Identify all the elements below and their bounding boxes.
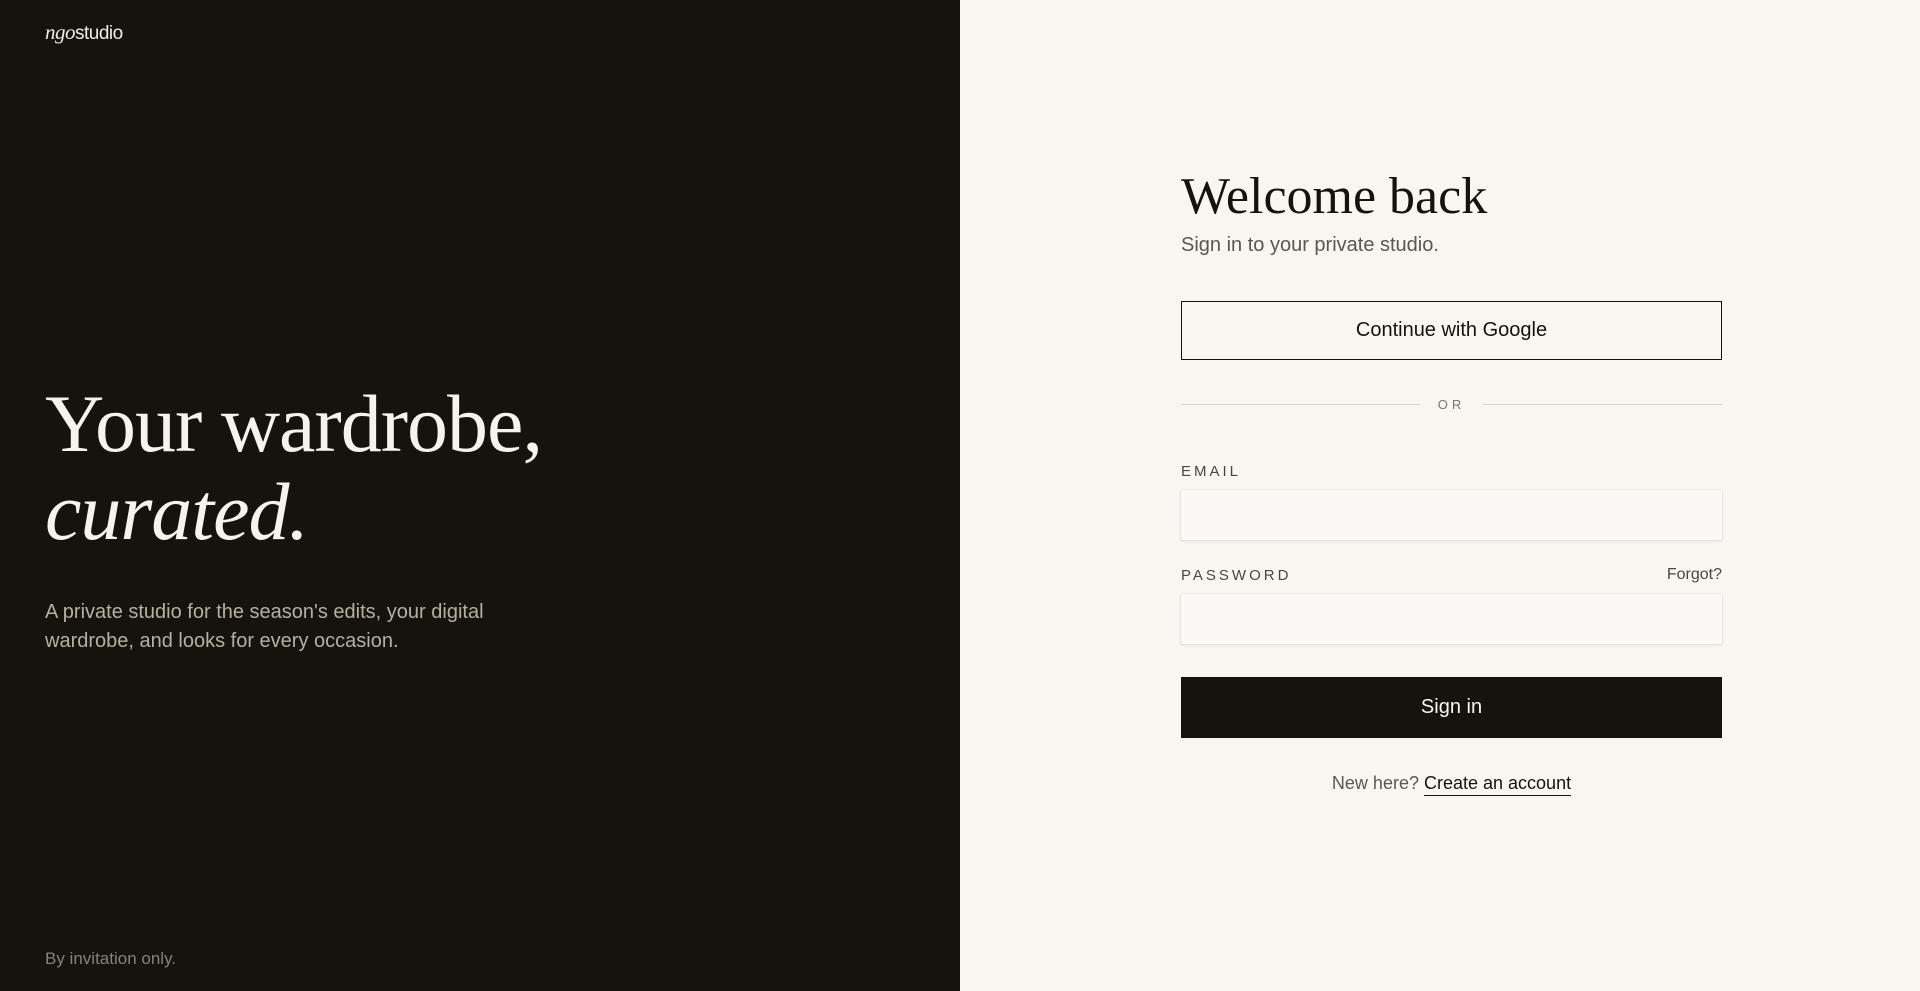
google-signin-button[interactable]: Continue with Google <box>1181 301 1722 360</box>
password-label-row: PASSWORD Forgot? <box>1181 566 1722 584</box>
email-field[interactable] <box>1181 490 1722 540</box>
password-field[interactable] <box>1181 594 1722 644</box>
forgot-password-link[interactable]: Forgot? <box>1667 566 1722 584</box>
password-label: PASSWORD <box>1181 566 1292 584</box>
hero: Your wardrobe, curated. A private studio… <box>45 380 605 656</box>
email-label: EMAIL <box>1181 463 1242 480</box>
page-subtitle: Sign in to your private studio. <box>1181 234 1439 256</box>
signin-button[interactable]: Sign in <box>1181 677 1722 738</box>
signin-form: Welcome back Sign in to your private stu… <box>1181 165 1722 796</box>
divider-label: OR <box>1437 397 1466 412</box>
hero-headline: Your wardrobe, <box>45 378 543 469</box>
email-label-row: EMAIL <box>1181 463 1722 480</box>
divider-line-right <box>1483 404 1722 405</box>
logo-wordmark: studio <box>75 23 123 44</box>
signup-prompt: New here? <box>1331 773 1419 793</box>
brand-panel: ngostudio Your wardrobe, curated. A priv… <box>0 0 960 991</box>
divider-line-left <box>1181 404 1420 405</box>
invitation-note: By invitation only. <box>45 949 177 968</box>
signin-panel: Welcome back Sign in to your private stu… <box>960 0 1920 991</box>
hero-headline-italic: curated. <box>45 466 309 557</box>
or-divider: OR <box>1181 397 1722 412</box>
page-title: Welcome back <box>1181 168 1488 225</box>
logo-mark: ngo <box>45 20 76 44</box>
logo[interactable]: ngostudio <box>45 20 123 45</box>
create-account-link[interactable]: Create an account <box>1423 773 1572 796</box>
hero-description: A private studio for the season's edits,… <box>45 601 484 652</box>
signup-row: New here? Create an account <box>1181 773 1722 796</box>
